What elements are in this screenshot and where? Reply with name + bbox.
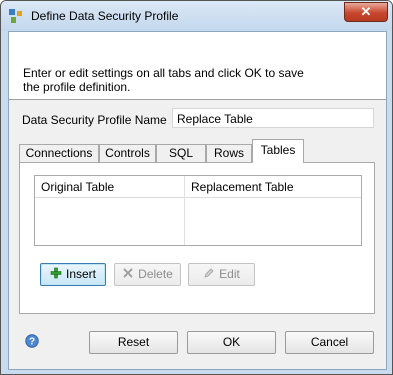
svg-text:?: ? xyxy=(29,337,35,348)
column-header-replacement[interactable]: Replacement Table xyxy=(185,176,361,198)
insert-button-label: Insert xyxy=(65,267,96,281)
delete-button-label: Delete xyxy=(138,267,173,281)
instructions-text: Enter or edit settings on all tabs and c… xyxy=(23,66,304,94)
ok-button[interactable]: OK xyxy=(187,331,276,354)
tables-tab-panel: Original Table Replacement Table Insert … xyxy=(19,162,375,314)
column-divider xyxy=(184,176,185,245)
profile-name-label: Data Security Profile Name xyxy=(22,113,167,127)
tab-tables[interactable]: Tables xyxy=(252,139,304,163)
tab-sql[interactable]: SQL xyxy=(156,144,206,162)
dialog-content: Enter or edit settings on all tabs and c… xyxy=(8,31,387,370)
close-button[interactable]: ✕ xyxy=(344,2,388,22)
close-icon: ✕ xyxy=(360,4,372,19)
help-icon[interactable]: ? xyxy=(25,334,39,348)
table-mapping-grid[interactable]: Original Table Replacement Table xyxy=(34,175,362,246)
header-panel: Enter or edit settings on all tabs and c… xyxy=(9,32,386,100)
edit-button-label: Edit xyxy=(219,267,240,281)
insert-button[interactable]: Insert xyxy=(40,263,106,286)
cancel-button[interactable]: Cancel xyxy=(285,331,374,354)
tab-controls[interactable]: Controls xyxy=(99,144,156,162)
dialog-window: Define Data Security Profile ✕ Enter or … xyxy=(0,0,393,375)
reset-button[interactable]: Reset xyxy=(89,331,178,354)
delete-button[interactable]: Delete xyxy=(114,263,181,286)
edit-button[interactable]: Edit xyxy=(188,263,255,286)
column-header-original[interactable]: Original Table xyxy=(35,176,184,198)
tab-rows[interactable]: Rows xyxy=(206,144,252,162)
pencil-icon xyxy=(204,268,214,278)
plus-icon xyxy=(50,267,62,279)
title-bar[interactable]: Define Data Security Profile ✕ xyxy=(1,1,392,31)
app-icon xyxy=(9,9,22,23)
tab-connections[interactable]: Connections xyxy=(19,144,99,162)
delete-x-icon xyxy=(123,268,133,278)
profile-name-input[interactable]: Replace Table xyxy=(172,108,374,128)
window-title: Define Data Security Profile xyxy=(31,9,179,23)
